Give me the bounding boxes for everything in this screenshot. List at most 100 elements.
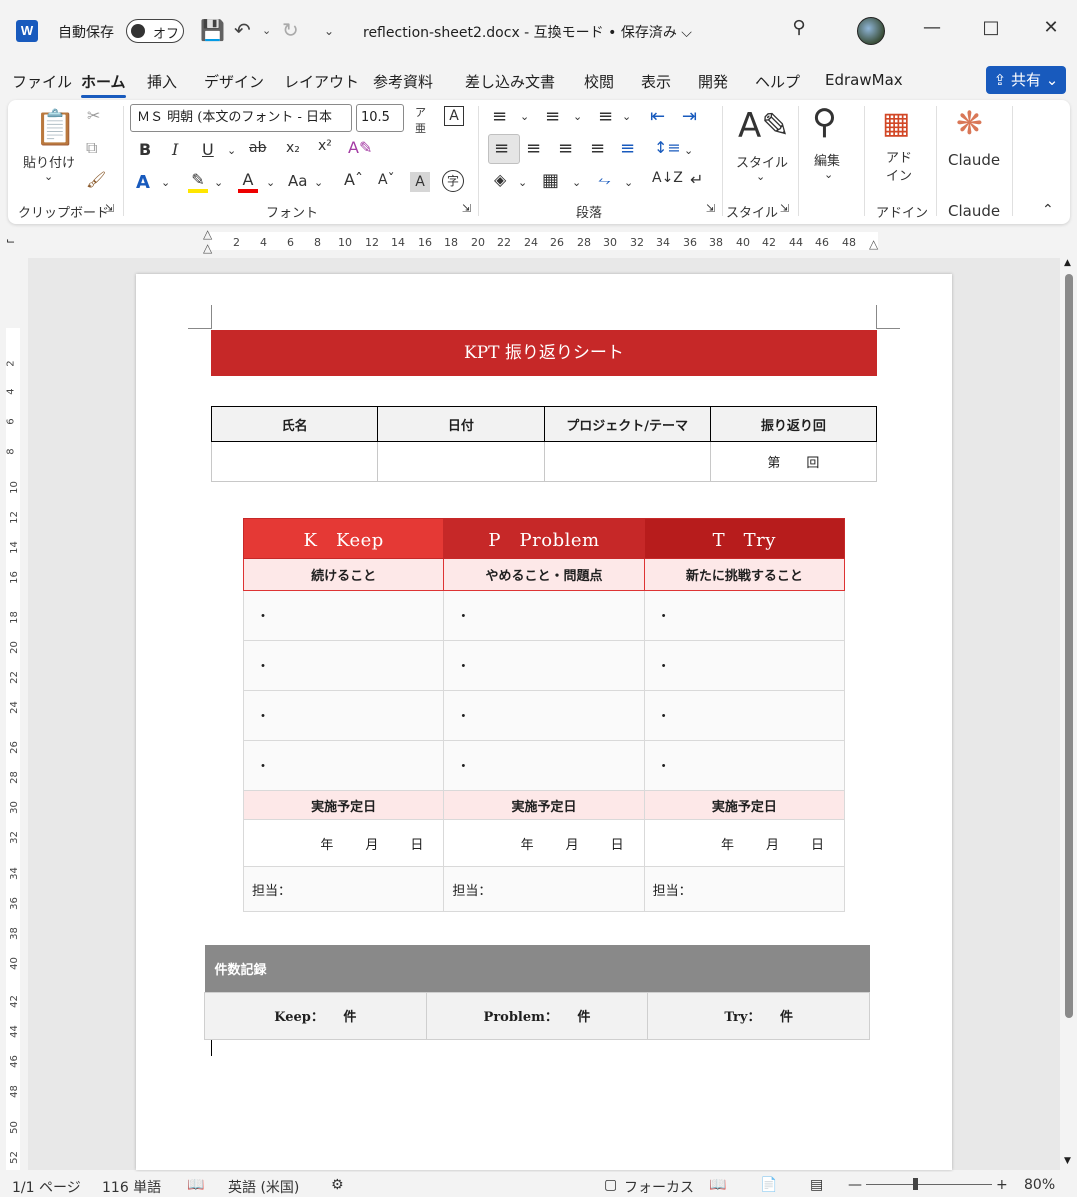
web-layout-icon[interactable]: ▤ [810, 1177, 823, 1193]
undo-icon[interactable]: ↶ [234, 18, 251, 42]
increase-indent-icon[interactable]: ⇥ [682, 106, 697, 127]
sheet-title-banner[interactable]: KPT 振り返りシート [211, 330, 877, 376]
scroll-down-icon[interactable]: ▼ [1064, 1156, 1071, 1166]
font-launcher-icon[interactable]: ⇲ [462, 202, 471, 215]
kpt-header-try[interactable]: T Try [643, 518, 846, 559]
multilevel-list-icon[interactable]: ≡ [598, 106, 613, 127]
paragraph-launcher-icon[interactable]: ⇲ [706, 202, 715, 215]
align-center-icon[interactable]: ≡ [526, 138, 541, 159]
multilevel-list-dropdown-icon[interactable]: ⌄ [622, 110, 631, 123]
clipboard-launcher-icon[interactable]: ⇲ [105, 202, 114, 215]
paste-dropdown-icon[interactable]: ⌄ [44, 170, 53, 183]
superscript-icon[interactable]: x² [318, 138, 332, 154]
scrollbar-thumb[interactable] [1065, 274, 1073, 1018]
claude-label[interactable]: Claude [948, 151, 1000, 169]
underline-icon[interactable]: U [202, 140, 214, 159]
plan-date-value[interactable]: 年 月 日 [643, 819, 846, 867]
zoom-in-icon[interactable]: + [996, 1177, 1008, 1193]
page-count[interactable]: 1/1 ページ [12, 1177, 81, 1197]
document-title[interactable]: reflection-sheet2.docx - 互換モード • 保存済み ⌵ [363, 22, 692, 42]
font-size-select[interactable]: 10.5 [356, 104, 404, 132]
paste-label[interactable]: 貼り付け [23, 152, 75, 171]
shading-icon[interactable]: ◈ [494, 170, 506, 189]
bold-icon[interactable]: B [139, 140, 151, 159]
styles-icon[interactable]: A✎ [738, 106, 790, 146]
plan-date-label[interactable]: 実施予定日 [242, 790, 445, 820]
align-left-icon[interactable]: ≡ [494, 138, 509, 159]
kpt-header-problem[interactable]: P Problem [443, 518, 645, 559]
borders-dropdown-icon[interactable]: ⌄ [572, 176, 581, 189]
numbering-dropdown-icon[interactable]: ⌄ [573, 110, 582, 123]
search-icon[interactable]: ⚲ [784, 17, 814, 38]
character-shading-icon[interactable]: A [410, 172, 430, 192]
decrease-indent-icon[interactable]: ⇤ [650, 106, 665, 127]
edit-label[interactable]: 編集 [814, 150, 840, 169]
focus-label[interactable]: フォーカス [624, 1177, 694, 1197]
zoom-slider[interactable] [866, 1184, 992, 1185]
font-name-select[interactable]: ＭＳ 明朝 (本文のフォント - 日本 [130, 104, 352, 132]
style-launcher-icon[interactable]: ⇲ [780, 202, 789, 215]
tab-mailings[interactable]: 差し込み文書 [465, 71, 555, 92]
plan-date-label[interactable]: 実施予定日 [443, 790, 645, 820]
highlight-icon[interactable]: ✎ [188, 170, 208, 193]
text-effects-dropdown-icon[interactable]: ⌄ [161, 176, 170, 189]
strikethrough-icon[interactable]: ab [249, 140, 266, 156]
addins-icon[interactable]: ▦ [882, 106, 910, 141]
info-header-name[interactable]: 氏名 [210, 406, 379, 442]
share-button[interactable]: ⇪ 共有 ⌄ [986, 66, 1066, 94]
subscript-icon[interactable]: x₂ [286, 140, 300, 156]
kpt-bullet-cell[interactable]: ・ [643, 640, 846, 691]
styles-dropdown-icon[interactable]: ⌄ [756, 170, 765, 183]
asian-layout-icon[interactable]: ⥊ [598, 170, 611, 190]
plan-date-value[interactable]: 年 月 日 [242, 819, 445, 867]
italic-icon[interactable]: I [172, 140, 178, 159]
kpt-subheader-problem[interactable]: やめること・問題点 [443, 558, 645, 591]
left-indent-marker[interactable]: △ [203, 241, 212, 255]
numbering-icon[interactable]: ≡ [545, 106, 560, 127]
align-right-icon[interactable]: ≡ [558, 138, 573, 159]
kpt-bullet-cell[interactable]: ・ [643, 590, 846, 641]
borders-icon[interactable]: ▦ [542, 170, 559, 191]
first-line-indent-marker[interactable]: △ [203, 227, 212, 241]
accessibility-icon[interactable]: ⚙ [331, 1177, 344, 1193]
line-spacing-dropdown-icon[interactable]: ⌄ [684, 144, 693, 157]
font-color-dropdown-icon[interactable]: ⌄ [266, 176, 275, 189]
tab-developer[interactable]: 開発 [698, 71, 728, 92]
kpt-bullet-cell[interactable]: ・ [643, 690, 846, 741]
highlight-dropdown-icon[interactable]: ⌄ [214, 176, 223, 189]
tab-layout[interactable]: レイアウト [284, 71, 359, 92]
collapse-ribbon-icon[interactable]: ⌃ [1042, 202, 1054, 218]
kpt-bullet-cell[interactable]: ・ [443, 590, 645, 641]
vertical-ruler[interactable]: 2 4 6 8 10 12 14 16 18 20 22 24 26 28 30… [0, 258, 28, 1170]
shrink-font-icon[interactable]: Aˇ [378, 172, 395, 188]
redo-icon[interactable]: ↻ [282, 18, 299, 42]
copy-icon[interactable]: ⧉ [86, 138, 97, 158]
undo-dropdown-icon[interactable]: ⌄ [262, 24, 271, 37]
line-spacing-icon[interactable]: ↕≡ [654, 138, 681, 157]
save-icon[interactable]: 💾 [200, 18, 225, 42]
find-icon[interactable]: ⚲ [812, 102, 837, 142]
kpt-bullet-cell[interactable]: ・ [242, 590, 445, 641]
kpt-subheader-try[interactable]: 新たに挑戦すること [643, 558, 846, 591]
count-keep[interactable]: Keep： 件 [204, 991, 427, 1040]
autosave-toggle[interactable]: オフ [126, 19, 184, 43]
format-painter-icon[interactable]: 🖌 [86, 170, 106, 189]
customize-toolbar-icon[interactable]: ⌄ [324, 24, 334, 38]
phonetic-guide-icon[interactable]: ア亜 [415, 104, 426, 136]
horizontal-ruler[interactable]: 2 4 6 8 10 12 14 16 18 20 22 24 26 28 30… [210, 232, 878, 250]
info-header-project[interactable]: プロジェクト/テーマ [543, 406, 711, 442]
character-border-icon[interactable]: A [444, 106, 464, 126]
enclose-characters-icon[interactable]: 字 [442, 170, 464, 192]
tab-selector-icon[interactable]: ⌙ [6, 234, 15, 247]
owner-cell[interactable]: 担当： [242, 866, 445, 912]
read-mode-icon[interactable]: 📖 [709, 1177, 726, 1193]
maximize-icon[interactable]: □ [976, 17, 1006, 38]
tab-file[interactable]: ファイル [12, 71, 72, 92]
shading-dropdown-icon[interactable]: ⌄ [518, 176, 527, 189]
plan-date-value[interactable]: 年 月 日 [443, 819, 645, 867]
sort-icon[interactable]: A↓Z [652, 170, 683, 186]
tab-insert[interactable]: 挿入 [147, 71, 177, 92]
addins-label[interactable]: アド イン [886, 150, 912, 186]
justify-icon[interactable]: ≡ [590, 138, 605, 159]
asian-layout-dropdown-icon[interactable]: ⌄ [624, 176, 633, 189]
